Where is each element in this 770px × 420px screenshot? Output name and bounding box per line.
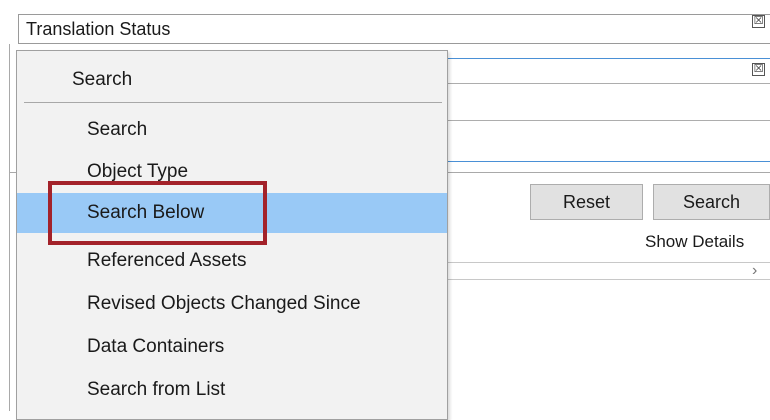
close-icon[interactable]: ☒ — [752, 15, 765, 28]
menu-item-label: Revised Objects Changed Since — [87, 293, 361, 314]
translation-status-field[interactable]: Translation Status — [18, 14, 770, 44]
search-button[interactable]: Search — [653, 184, 770, 220]
menu-item-label: Data Containers — [87, 336, 225, 357]
menu-item-label: Search from List — [87, 379, 226, 400]
reset-button[interactable]: Reset — [530, 184, 643, 220]
menu-item-search-from-list[interactable]: Search from List — [17, 370, 447, 410]
menu-item-revised-objects-changed-since[interactable]: Revised Objects Changed Since — [17, 284, 447, 324]
window-left-border — [9, 44, 10, 411]
chevron-right-icon[interactable]: › — [752, 262, 757, 280]
menu-item-search[interactable]: Search — [17, 110, 447, 150]
menu-item-data-containers[interactable]: Data Containers — [17, 327, 447, 367]
results-header-strip — [420, 262, 770, 280]
menu-item-label: Search — [87, 119, 148, 140]
menu-item-label: Object Type — [87, 161, 189, 182]
translation-status-label: Translation Status — [26, 19, 171, 39]
highlight-callout-box — [48, 181, 267, 245]
menu-item-referenced-assets[interactable]: Referenced Assets — [17, 241, 447, 281]
menu-header-current-selection[interactable]: Search — [72, 65, 132, 95]
panel-close-icon[interactable]: ☒ — [752, 63, 765, 76]
show-details-link[interactable]: Show Details — [645, 232, 744, 252]
menu-separator — [24, 102, 442, 103]
criteria-input[interactable] — [440, 83, 770, 121]
menu-item-label: Referenced Assets — [87, 250, 247, 271]
